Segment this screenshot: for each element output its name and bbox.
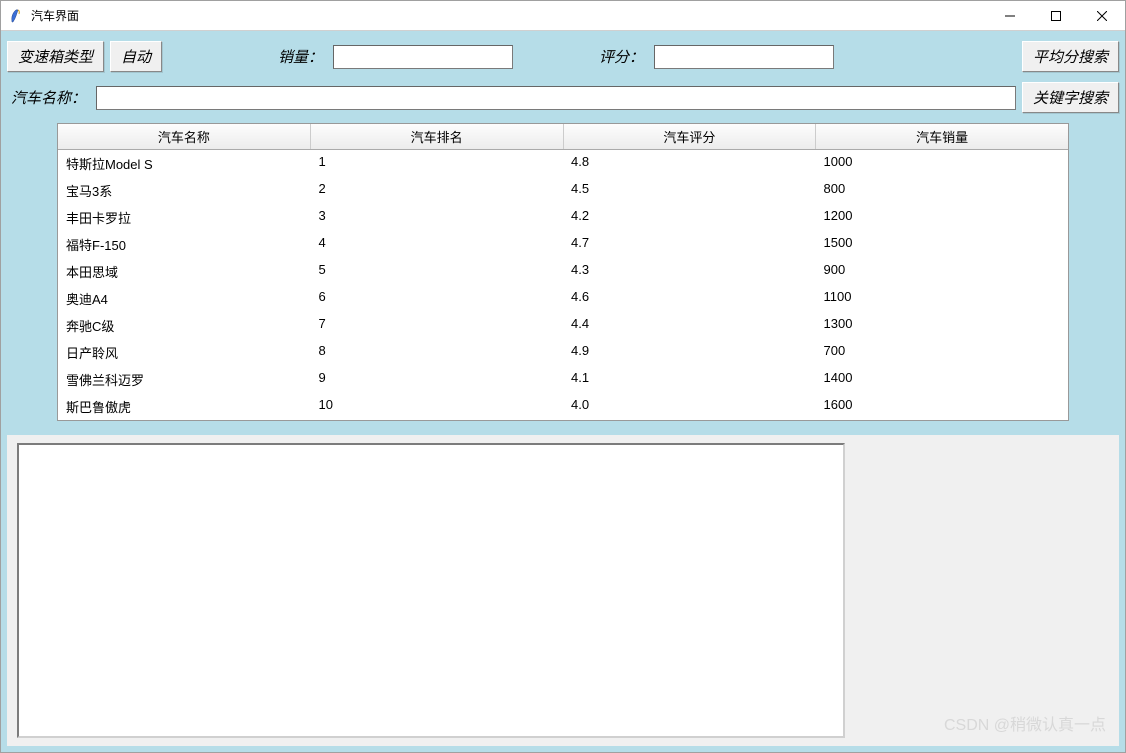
table-row[interactable]: 本田思域54.3900	[58, 258, 1068, 285]
bottom-panel	[7, 435, 1119, 746]
table-cell-name: 福特F-150	[58, 233, 311, 256]
table-row[interactable]: 奥迪A464.61100	[58, 285, 1068, 312]
table-cell-name: 斯巴鲁傲虎	[58, 395, 311, 418]
table-cell-rank: 9	[311, 368, 564, 391]
table-row[interactable]: 宝马3系24.5800	[58, 177, 1068, 204]
table-cell-sales: 1300	[816, 314, 1069, 337]
filter-row-1: 变速箱类型 自动 销量： 评分： 平均分搜索	[7, 41, 1119, 72]
table-row[interactable]: 斯巴鲁傲虎104.01600	[58, 393, 1068, 420]
table-cell-rank: 1	[311, 152, 564, 175]
table-cell-sales: 1100	[816, 287, 1069, 310]
header-rank[interactable]: 汽车排名	[311, 124, 564, 149]
table-cell-rank: 7	[311, 314, 564, 337]
app-icon	[9, 8, 25, 24]
table-cell-rank: 10	[311, 395, 564, 418]
table-cell-rating: 4.3	[563, 260, 816, 283]
table-cell-rating: 4.9	[563, 341, 816, 364]
table-cell-sales: 1600	[816, 395, 1069, 418]
keyword-search-button[interactable]: 关键字搜索	[1022, 82, 1119, 113]
table-row[interactable]: 日产聆风84.9700	[58, 339, 1068, 366]
table-cell-rating: 4.6	[563, 287, 816, 310]
table-row[interactable]: 丰田卡罗拉34.21200	[58, 204, 1068, 231]
main-window: 汽车界面 变速箱类型 自动 销量： 评分： 平均分搜索	[0, 0, 1126, 753]
titlebar: 汽车界面	[1, 1, 1125, 31]
table-cell-name: 奥迪A4	[58, 287, 311, 310]
maximize-button[interactable]	[1033, 1, 1079, 30]
table-cell-name: 奔驰C级	[58, 314, 311, 337]
header-rating[interactable]: 汽车评分	[564, 124, 817, 149]
table-cell-sales: 1500	[816, 233, 1069, 256]
gearbox-auto-button[interactable]: 自动	[110, 41, 162, 72]
filter-row-2: 汽车名称： 关键字搜索	[7, 82, 1119, 113]
table-row[interactable]: 特斯拉Model S14.81000	[58, 150, 1068, 177]
table-cell-rating: 4.8	[563, 152, 816, 175]
car-name-label: 汽车名称：	[7, 83, 90, 112]
table-row[interactable]: 雪佛兰科迈罗94.11400	[58, 366, 1068, 393]
table-cell-rank: 5	[311, 260, 564, 283]
table-cell-sales: 900	[816, 260, 1069, 283]
avg-score-search-button[interactable]: 平均分搜索	[1022, 41, 1119, 72]
table-cell-rating: 4.1	[563, 368, 816, 391]
table-cell-sales: 1400	[816, 368, 1069, 391]
rating-label: 评分：	[595, 42, 648, 71]
table-cell-rating: 4.0	[563, 395, 816, 418]
table-cell-rank: 2	[311, 179, 564, 202]
window-title: 汽车界面	[31, 7, 79, 24]
table-cell-sales: 700	[816, 341, 1069, 364]
close-button[interactable]	[1079, 1, 1125, 30]
table-cell-rank: 6	[311, 287, 564, 310]
table-cell-rank: 8	[311, 341, 564, 364]
table-cell-name: 宝马3系	[58, 179, 311, 202]
table-cell-sales: 1000	[816, 152, 1069, 175]
table-cell-rank: 3	[311, 206, 564, 229]
table-row[interactable]: 奔驰C级74.41300	[58, 312, 1068, 339]
table-cell-rating: 4.2	[563, 206, 816, 229]
table-cell-name: 特斯拉Model S	[58, 152, 311, 175]
minimize-button[interactable]	[987, 1, 1033, 30]
table-row[interactable]: 福特F-15044.71500	[58, 231, 1068, 258]
table-cell-name: 本田思域	[58, 260, 311, 283]
window-controls	[987, 1, 1125, 30]
table-cell-rating: 4.4	[563, 314, 816, 337]
table-cell-rating: 4.7	[563, 233, 816, 256]
table-cell-name: 日产聆风	[58, 341, 311, 364]
car-table[interactable]: 汽车名称 汽车排名 汽车评分 汽车销量 特斯拉Model S14.81000宝马…	[57, 123, 1069, 421]
rating-input[interactable]	[654, 45, 834, 69]
output-text-area[interactable]	[17, 443, 845, 738]
sales-input[interactable]	[333, 45, 513, 69]
table-cell-name: 丰田卡罗拉	[58, 206, 311, 229]
car-name-input[interactable]	[96, 86, 1016, 110]
header-name[interactable]: 汽车名称	[58, 124, 311, 149]
table-header: 汽车名称 汽车排名 汽车评分 汽车销量	[58, 124, 1068, 150]
sales-label: 销量：	[274, 42, 327, 71]
table-cell-name: 雪佛兰科迈罗	[58, 368, 311, 391]
table-body: 特斯拉Model S14.81000宝马3系24.5800丰田卡罗拉34.212…	[58, 150, 1068, 420]
table-cell-sales: 800	[816, 179, 1069, 202]
table-cell-rank: 4	[311, 233, 564, 256]
header-sales[interactable]: 汽车销量	[816, 124, 1068, 149]
table-cell-sales: 1200	[816, 206, 1069, 229]
gearbox-type-button[interactable]: 变速箱类型	[7, 41, 104, 72]
content-area: 变速箱类型 自动 销量： 评分： 平均分搜索 汽车名称： 关键字搜索 汽车名称 …	[1, 31, 1125, 752]
table-cell-rating: 4.5	[563, 179, 816, 202]
